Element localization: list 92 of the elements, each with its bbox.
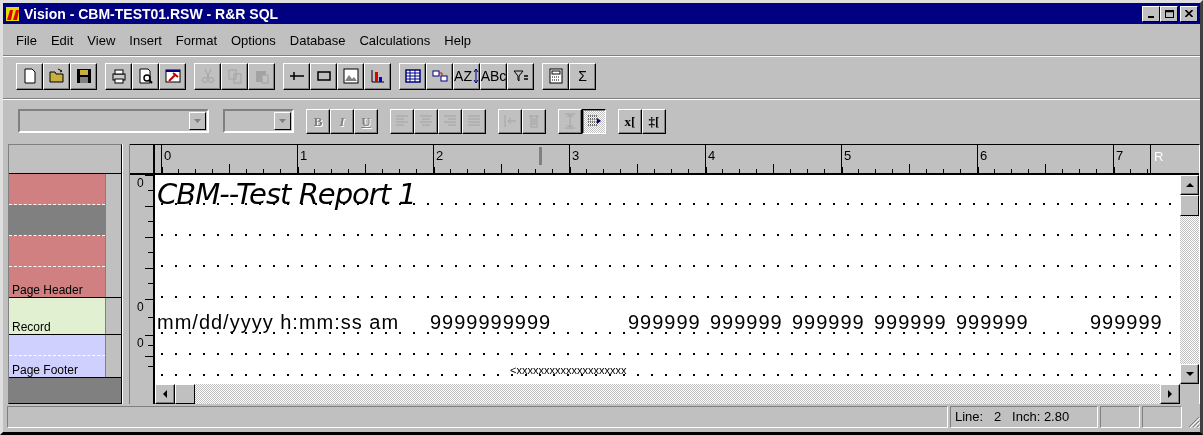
minimize-button[interactable] bbox=[1142, 5, 1160, 22]
menu-item[interactable]: Format bbox=[168, 32, 224, 48]
toolbar-button[interactable]: AZ bbox=[453, 62, 480, 90]
band-name: Page Footer bbox=[12, 363, 79, 377]
menu-item[interactable]: Database bbox=[282, 32, 353, 48]
rectangle-icon bbox=[315, 68, 332, 84]
funnel-icon bbox=[512, 68, 529, 84]
toolbar-button[interactable]: Σ bbox=[569, 62, 596, 90]
ruler-number: 0 bbox=[137, 337, 144, 350]
ruler-number: 5 bbox=[844, 149, 852, 163]
scroll-up-button[interactable] bbox=[1180, 175, 1199, 195]
printer-icon bbox=[110, 68, 127, 84]
band-label-panel[interactable]: Page Header bbox=[9, 174, 105, 297]
band-label-panel[interactable]: Record bbox=[9, 298, 105, 334]
report-field[interactable]: 9999999999 bbox=[430, 311, 552, 333]
scroll-thumb[interactable] bbox=[175, 384, 195, 404]
magnifier-page-icon bbox=[137, 68, 154, 84]
vertical-scrollbar[interactable] bbox=[1180, 175, 1199, 404]
dropdown-arrow-icon bbox=[194, 119, 201, 123]
status-pane bbox=[1100, 406, 1140, 428]
band-name: Record bbox=[12, 320, 51, 334]
ruler-number: 0 bbox=[137, 301, 144, 314]
maximize-icon bbox=[1164, 9, 1174, 18]
up-down-arrow-icon bbox=[472, 68, 479, 84]
linked-tables-icon bbox=[431, 68, 448, 84]
menu-item[interactable]: Calculations bbox=[352, 32, 438, 48]
status-position: Line: 2 Inch: 2.80 bbox=[950, 406, 1098, 428]
resize-grip-icon[interactable] bbox=[1188, 416, 1200, 428]
scroll-down-button[interactable] bbox=[1180, 364, 1199, 384]
dropdown-arrow-icon bbox=[279, 119, 286, 123]
left-arrow-icon bbox=[163, 390, 167, 398]
splitter[interactable] bbox=[122, 144, 130, 404]
ruler-number: 1 bbox=[300, 149, 308, 163]
horizontal-scrollbar[interactable] bbox=[155, 384, 1180, 404]
clipboard-icon bbox=[253, 68, 270, 84]
toolbar-button[interactable]: x[ bbox=[618, 108, 642, 134]
picture-icon bbox=[342, 68, 359, 84]
ruler-number: 4 bbox=[708, 149, 716, 163]
ruler-number: 0 bbox=[164, 149, 172, 163]
scrollbar-corner bbox=[1180, 384, 1199, 404]
report-field[interactable]: 999999 bbox=[956, 311, 1029, 333]
band-label-panel[interactable]: Page Footer bbox=[9, 335, 105, 377]
report-field[interactable]: 999999 bbox=[628, 311, 701, 333]
menu-item[interactable]: Edit bbox=[43, 32, 81, 48]
ruler-number: 2 bbox=[436, 149, 444, 163]
menu-item[interactable]: Options bbox=[224, 32, 283, 48]
close-button[interactable] bbox=[1180, 5, 1198, 22]
down-arrow-icon bbox=[1185, 372, 1194, 376]
ruler-end-label: R bbox=[1150, 145, 1166, 173]
ruler-number: 0 bbox=[137, 177, 144, 190]
right-arrow-icon bbox=[1168, 390, 1172, 398]
toolbar-button[interactable]: ABc bbox=[480, 62, 507, 90]
ruler-number: 7 bbox=[1116, 149, 1124, 163]
ruler-number: 6 bbox=[980, 149, 988, 163]
up-arrow-icon bbox=[1185, 183, 1194, 187]
scroll-right-button[interactable] bbox=[1160, 384, 1180, 404]
report-field[interactable]: 999999 bbox=[710, 311, 783, 333]
minimize-icon bbox=[1148, 15, 1154, 18]
menu-item[interactable]: File bbox=[9, 32, 44, 48]
ruler-number: 3 bbox=[572, 149, 580, 163]
report-title[interactable]: CBM--Test Report 1 bbox=[157, 178, 416, 210]
scroll-left-button[interactable] bbox=[155, 384, 175, 404]
report-field[interactable]: <xxxxxxxxxxxxxxxxxxxx bbox=[510, 364, 627, 376]
report-field[interactable]: 999999 bbox=[874, 311, 947, 333]
table-icon bbox=[404, 68, 421, 84]
menu-item[interactable]: Help bbox=[437, 32, 479, 48]
maximize-button[interactable] bbox=[1160, 5, 1178, 22]
toolbar-button[interactable]: ‡[ bbox=[642, 108, 666, 134]
calculator-icon bbox=[547, 68, 564, 84]
close-icon bbox=[1185, 10, 1193, 17]
band-name: Page Header bbox=[12, 283, 83, 297]
margin-marker[interactable] bbox=[539, 147, 542, 165]
scroll-thumb[interactable] bbox=[1180, 195, 1199, 216]
page-icon bbox=[21, 68, 38, 84]
folder-icon bbox=[48, 68, 65, 84]
size-dropdown[interactable] bbox=[223, 109, 294, 133]
window-title: Vision - CBM-TEST01.RSW - R&R SQL bbox=[24, 5, 280, 22]
snap-grid-icon bbox=[586, 113, 602, 129]
report-field[interactable]: 999999 bbox=[792, 311, 865, 333]
line-spacing-icon bbox=[562, 113, 578, 129]
report-field[interactable]: mm/dd/yyyy h:mm:ss am bbox=[157, 311, 400, 333]
menu-item[interactable]: Insert bbox=[122, 32, 169, 48]
status-pane bbox=[1142, 406, 1182, 428]
app-logo-icon bbox=[5, 5, 21, 22]
bar-chart-icon bbox=[369, 68, 386, 84]
menu-item[interactable]: View bbox=[80, 32, 123, 48]
toolbar-button[interactable] bbox=[582, 108, 606, 134]
indent-icon bbox=[502, 113, 518, 129]
report-field[interactable]: 999999 bbox=[1090, 311, 1163, 333]
hammer-picture-icon bbox=[164, 68, 181, 84]
font-dropdown[interactable] bbox=[18, 109, 209, 133]
scissors-icon bbox=[199, 68, 216, 84]
